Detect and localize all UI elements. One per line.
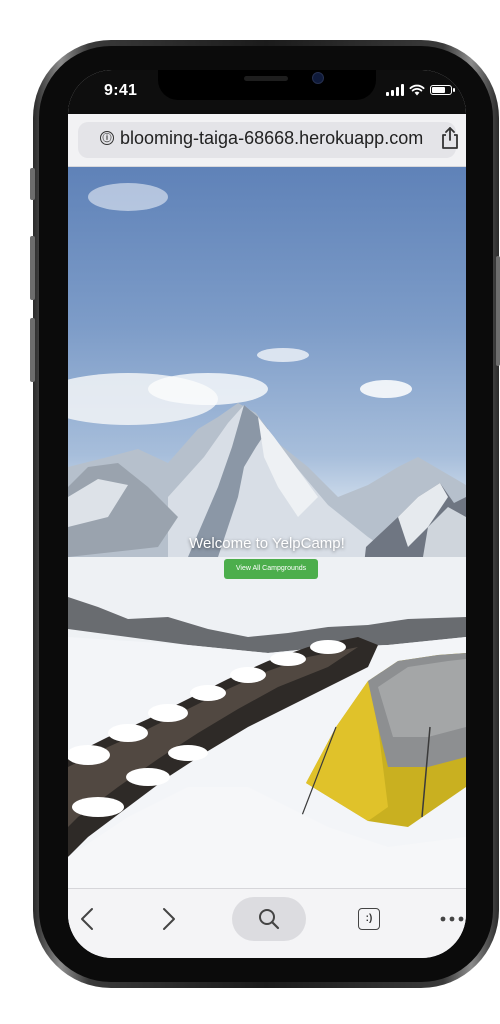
power-button: [496, 256, 500, 366]
browser-address-bar: ⓘ blooming-taiga-68668.herokuapp.com: [68, 114, 466, 167]
back-button[interactable]: [72, 897, 102, 941]
wifi-icon: [409, 84, 425, 96]
browser-toolbar: :): [68, 888, 466, 958]
hero-title: Welcome to YelpCamp!: [189, 535, 345, 552]
view-all-campgrounds-button[interactable]: View All Campgrounds: [224, 559, 318, 579]
share-icon[interactable]: [440, 126, 460, 150]
status-bar: 9:41: [68, 70, 466, 114]
notch: [158, 70, 376, 100]
signal-icon: [386, 84, 404, 96]
more-icon: [440, 916, 464, 922]
speaker-grille: [244, 76, 288, 81]
mute-switch: [30, 168, 35, 200]
battery-icon: [430, 85, 455, 95]
info-icon[interactable]: ⓘ: [100, 131, 114, 145]
mountain-landscape-image: [68, 183, 466, 888]
hero-background: Welcome to YelpCamp! View All Campground…: [68, 167, 466, 888]
tabs-icon: :): [358, 908, 380, 930]
forward-icon: [163, 908, 175, 930]
volume-down-button: [30, 318, 35, 382]
front-camera: [312, 72, 324, 84]
status-icons: [386, 84, 455, 96]
phone-screen: 9:41 ⓘ blooming-taiga-68668.herokuapp.co…: [68, 70, 466, 958]
search-icon: [259, 909, 280, 930]
search-button[interactable]: [232, 897, 306, 941]
back-icon: [81, 908, 93, 930]
tabs-button[interactable]: :): [354, 897, 384, 941]
url-text[interactable]: blooming-taiga-68668.herokuapp.com: [120, 128, 423, 149]
status-time: 9:41: [104, 82, 138, 99]
forward-button[interactable]: [154, 897, 184, 941]
more-button[interactable]: [438, 897, 466, 941]
volume-up-button: [30, 236, 35, 300]
